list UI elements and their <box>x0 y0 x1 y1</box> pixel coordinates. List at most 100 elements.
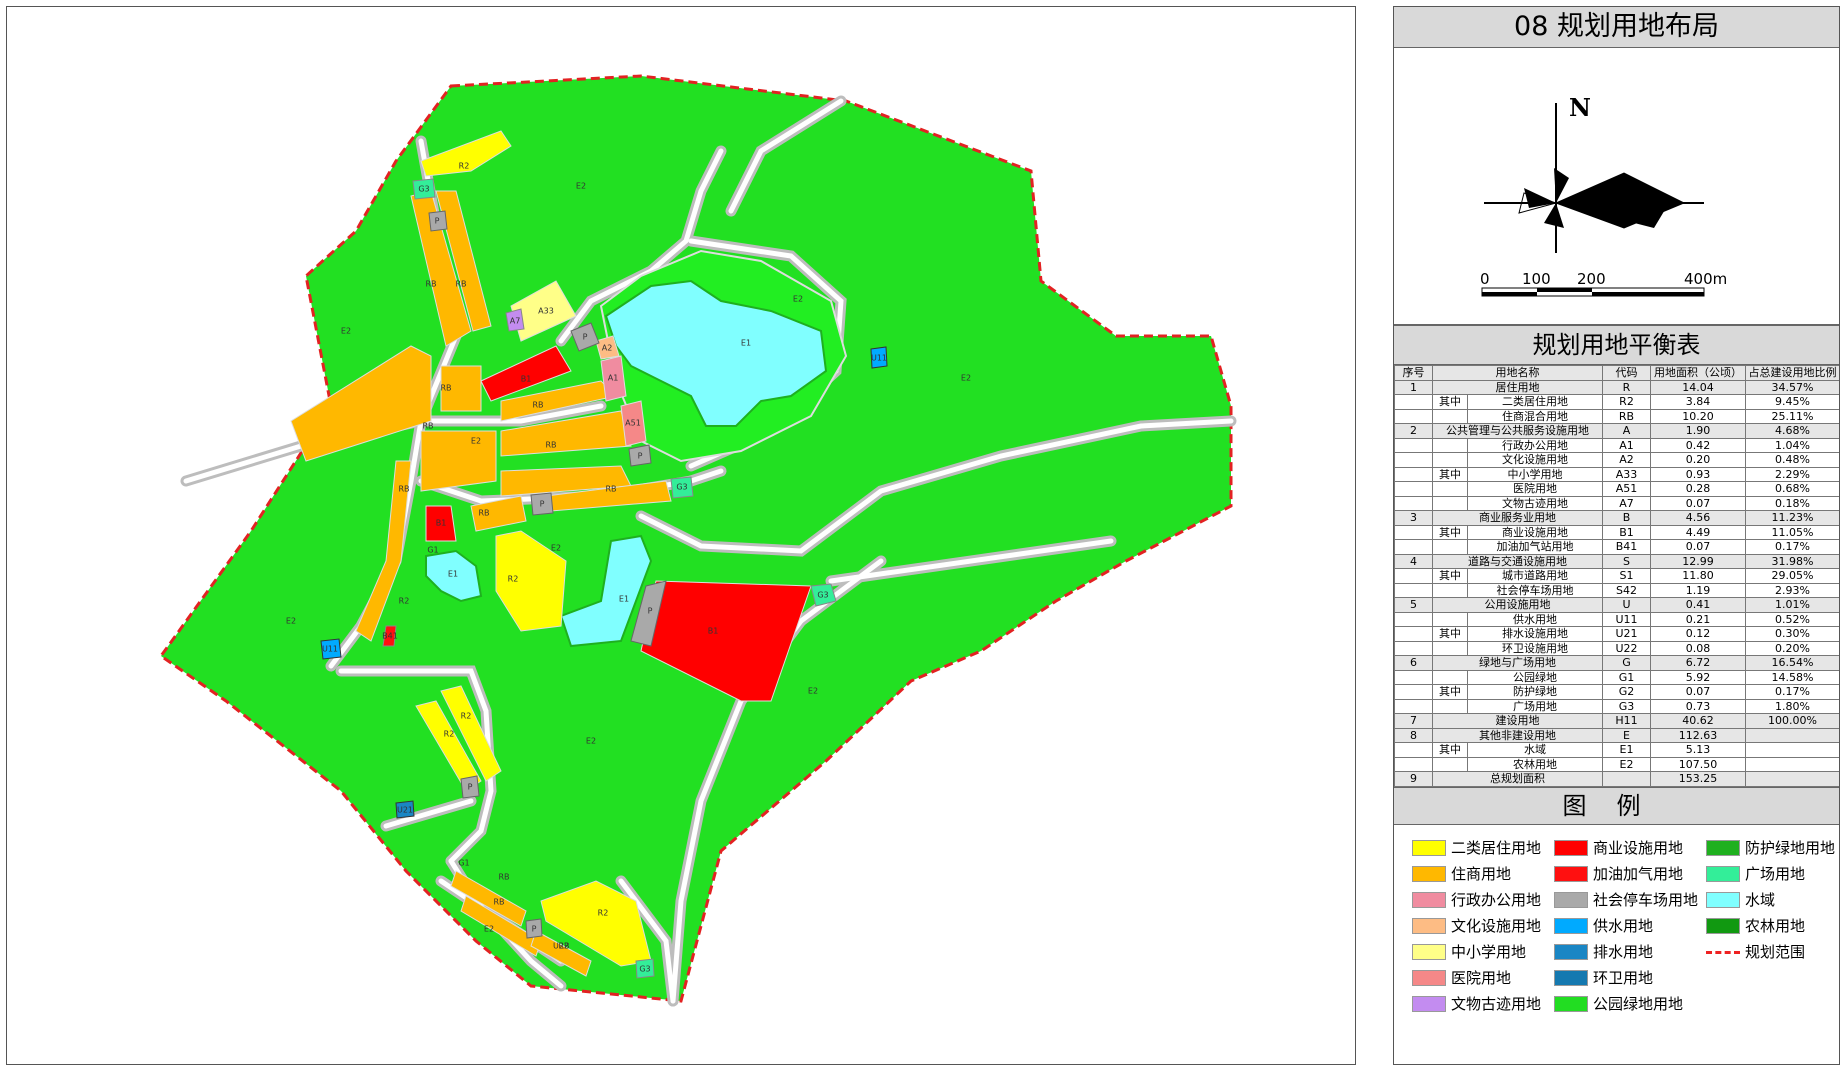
table-cell-code: U22 <box>1602 640 1651 656</box>
table-cell-qz: 其中 <box>1432 568 1468 584</box>
table-cell-qz <box>1432 582 1468 598</box>
table-cell-name: 行政办公用地 <box>1467 437 1603 453</box>
zone-label: E2 <box>551 544 561 553</box>
table-cell-no <box>1394 582 1433 598</box>
zone-label: E2 <box>576 182 586 191</box>
table-cell-name: 医院用地 <box>1467 481 1603 497</box>
legend-item: 文物古迹用地 <box>1412 995 1552 1013</box>
legend-swatch-icon <box>1412 995 1446 1012</box>
legend-label: 公园绿地用地 <box>1593 995 1684 1013</box>
col-header: 用地面积（公顷） <box>1650 365 1746 381</box>
table-row: 文物古迹用地 A7 0.07 0.18% <box>1394 495 1839 511</box>
legend-label: 社会停车场用地 <box>1593 891 1699 909</box>
table-row: 环卫设施用地 U22 0.08 0.20% <box>1394 640 1839 656</box>
table-cell-pct: 1.80% <box>1745 698 1839 714</box>
table-cell-code: E2 <box>1602 756 1651 772</box>
table-cell-code: S <box>1602 553 1651 569</box>
table-cell-pct: 2.93% <box>1745 582 1839 598</box>
table-cell-pct <box>1745 756 1839 772</box>
legend-item: 行政办公用地 <box>1412 891 1552 909</box>
table-row: 4 道路与交通设施用地 S 12.99 31.98% <box>1394 553 1839 569</box>
land-use-map[interactable]: E2 E2 E2 E2 E2 E2 E2 E2 E2 E2 E1 E1 E1 R… <box>7 7 1355 1064</box>
table-cell-code: A51 <box>1602 481 1651 497</box>
table-cell-area: 14.04 <box>1650 379 1746 395</box>
table-cell-no <box>1394 481 1433 497</box>
block-rb-c <box>420 430 497 492</box>
table-row: 6 绿地与广场用地 G 6.72 16.54% <box>1394 655 1839 671</box>
legend-swatch-icon <box>1412 839 1446 856</box>
zone-label: RB <box>478 509 489 518</box>
table-row: 其中 中小学用地 A33 0.93 2.29% <box>1394 466 1839 482</box>
table-cell-no <box>1394 452 1433 468</box>
table-cell-area: 107.50 <box>1650 756 1746 772</box>
table-cell-no <box>1394 495 1433 511</box>
table-cell-no <box>1394 524 1433 540</box>
table-cell-name: 道路与交通设施用地 <box>1432 553 1603 569</box>
col-header: 代码 <box>1602 365 1651 381</box>
table-row: 农林用地 E2 107.50 <box>1394 756 1839 772</box>
table-row: 医院用地 A51 0.28 0.68% <box>1394 481 1839 497</box>
zone-label: U11 <box>322 645 338 654</box>
table-cell-name: 供水用地 <box>1467 611 1603 627</box>
table-cell-pct: 0.20% <box>1745 640 1839 656</box>
table-cell-code: B1 <box>1602 524 1651 540</box>
table-cell-code: E1 <box>1602 742 1651 758</box>
legend-item: 商业设施用地 <box>1554 839 1704 857</box>
table-cell-name: 其他非建设用地 <box>1432 727 1603 743</box>
table-cell-area: 0.21 <box>1650 611 1746 627</box>
table-cell-pct: 0.48% <box>1745 452 1839 468</box>
table-cell-no <box>1394 568 1433 584</box>
table-cell-qz: 其中 <box>1432 626 1468 642</box>
table-cell-no <box>1394 669 1433 685</box>
table-cell-no <box>1394 611 1433 627</box>
table-cell-code: G2 <box>1602 684 1651 700</box>
legend-swatch-icon <box>1554 891 1588 908</box>
table-cell-code: U11 <box>1602 611 1651 627</box>
table-cell-area: 1.90 <box>1650 423 1746 439</box>
zone-label: P <box>532 925 537 934</box>
table-cell-code <box>1602 771 1651 787</box>
zone-label: RB <box>532 401 543 410</box>
table-cell-no <box>1394 466 1433 482</box>
table-cell-pct: 0.68% <box>1745 481 1839 497</box>
legend-item: 医院用地 <box>1412 969 1552 987</box>
legend-swatch-icon <box>1554 995 1588 1012</box>
zone-label: B1 <box>436 519 447 528</box>
legend-label: 环卫用地 <box>1593 969 1654 987</box>
north-label: N <box>1569 93 1591 122</box>
table-row: 行政办公用地 A1 0.42 1.04% <box>1394 437 1839 453</box>
table-cell-qz: 其中 <box>1432 684 1468 700</box>
table-cell-no: 4 <box>1394 553 1433 569</box>
legend: 二类居住用地 商业设施用地 防护绿地用地 住商用地 加油加气用地 广场用地 行政办公用地 社会… <box>1394 825 1839 1013</box>
table-cell-area: 4.49 <box>1650 524 1746 540</box>
table-cell-name: 社会停车场用地 <box>1467 582 1603 598</box>
table-row: 其中 城市道路用地 S1 11.80 29.05% <box>1394 568 1839 584</box>
table-cell-name: 公园绿地 <box>1467 669 1603 685</box>
zone-label: R2 <box>459 162 470 171</box>
table-cell-no <box>1394 539 1433 555</box>
table-cell-pct: 9.45% <box>1745 394 1839 410</box>
table-cell-code: B41 <box>1602 539 1651 555</box>
panel-title: 08 规划用地布局 <box>1394 7 1839 48</box>
scale-label: 100 <box>1522 270 1551 288</box>
table-cell-name: 商业服务业用地 <box>1432 510 1603 526</box>
table-row: 5 公用设施用地 U 0.41 1.01% <box>1394 597 1839 613</box>
table-cell-area: 0.73 <box>1650 698 1746 714</box>
table-cell-area: 6.72 <box>1650 655 1746 671</box>
table-cell-name: 中小学用地 <box>1467 466 1603 482</box>
table-cell-pct: 25.11% <box>1745 408 1839 424</box>
legend-item: 规划范围 <box>1706 943 1839 961</box>
table-cell-code: U <box>1602 597 1651 613</box>
legend-item: 排水用地 <box>1554 943 1704 961</box>
table-cell-area: 11.80 <box>1650 568 1746 584</box>
table-cell-pct: 0.18% <box>1745 495 1839 511</box>
table-cell-code: G1 <box>1602 669 1651 685</box>
zone-label: R2 <box>444 730 455 739</box>
table-cell-no <box>1394 394 1433 410</box>
table-cell-pct: 0.17% <box>1745 684 1839 700</box>
zone-label: P <box>468 783 473 792</box>
table-cell-name: 总规划面积 <box>1432 771 1603 787</box>
legend-item: 环卫用地 <box>1554 969 1704 987</box>
zone-label: R2 <box>508 575 519 584</box>
legend-item: 加油加气用地 <box>1554 865 1704 883</box>
